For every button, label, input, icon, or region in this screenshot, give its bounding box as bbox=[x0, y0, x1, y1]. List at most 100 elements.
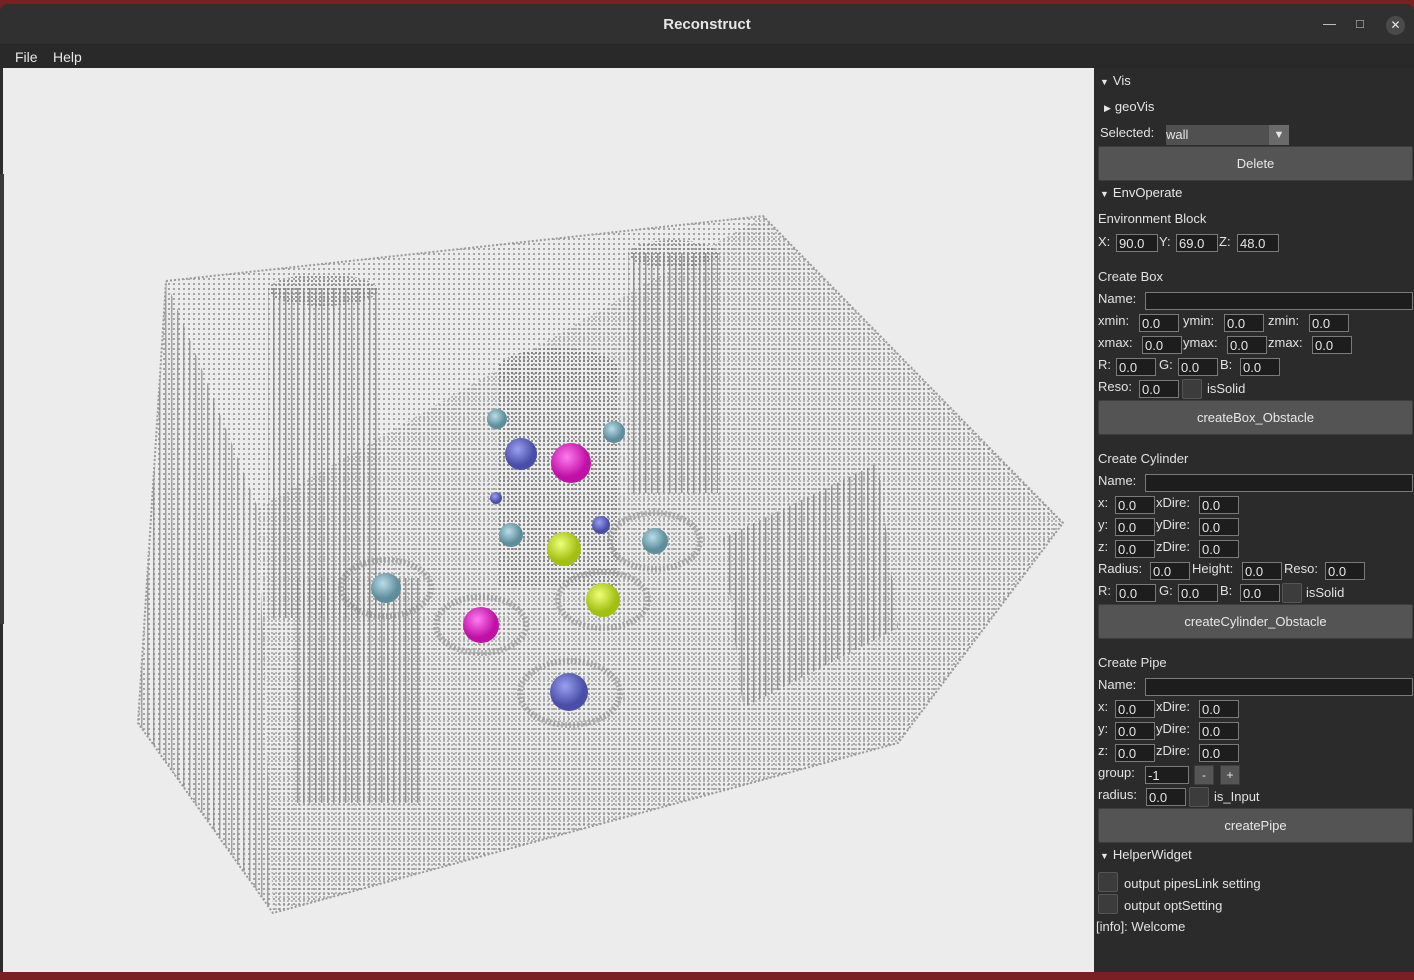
output-optsetting-checkbox[interactable] bbox=[1098, 894, 1118, 914]
window-title: Reconstruct bbox=[663, 16, 751, 33]
pipe-ydire-field[interactable]: 0.0 bbox=[1199, 722, 1239, 740]
output-pipeslink-label: output pipesLink setting bbox=[1124, 876, 1261, 891]
pipe-z-field[interactable]: 0.0 bbox=[1115, 744, 1155, 762]
env-x-field[interactable]: 90.0 bbox=[1116, 234, 1158, 252]
cyl-b-field[interactable]: 0.0 bbox=[1240, 584, 1280, 602]
cyl-height-label: Height: bbox=[1192, 561, 1234, 576]
sphere-teal bbox=[487, 409, 507, 429]
pipe-z-label: z: bbox=[1098, 743, 1109, 758]
minimize-icon[interactable]: — bbox=[1323, 16, 1336, 31]
sphere-blue bbox=[550, 673, 588, 711]
cyl-ydire-field[interactable]: 0.0 bbox=[1199, 518, 1239, 536]
cyl-g-label: G: bbox=[1159, 583, 1173, 598]
sphere-blue bbox=[505, 438, 537, 470]
cyl-height-field[interactable]: 0.0 bbox=[1242, 562, 1282, 580]
box-zmax-label: zmax: bbox=[1268, 335, 1303, 350]
title-bar: Reconstruct — □ ✕ bbox=[0, 4, 1414, 45]
cyl-reso-field[interactable]: 0.0 bbox=[1325, 562, 1365, 580]
pipe-radius-field[interactable]: 0.0 bbox=[1146, 788, 1186, 806]
cyl-b-label: B: bbox=[1220, 583, 1233, 598]
box-g-field[interactable]: 0.0 bbox=[1178, 358, 1218, 376]
group-increment-button[interactable]: + bbox=[1220, 765, 1240, 785]
pipe-name-label: Name: bbox=[1098, 677, 1137, 692]
menu-file[interactable]: File bbox=[15, 49, 38, 65]
maximize-icon[interactable]: □ bbox=[1356, 16, 1364, 31]
env-y-field[interactable]: 69.0 bbox=[1176, 234, 1218, 252]
pipe-ydire-label: yDire: bbox=[1156, 721, 1190, 736]
cyl-reso-label: Reso: bbox=[1284, 561, 1318, 576]
cyl-z-label: z: bbox=[1098, 539, 1109, 554]
box-zmin-label: zmin: bbox=[1268, 313, 1300, 328]
pipe-is-input-checkbox[interactable] bbox=[1189, 787, 1209, 807]
vis-section-header[interactable]: ▼ Vis bbox=[1100, 73, 1131, 88]
pipe-y-field[interactable]: 0.0 bbox=[1115, 722, 1155, 740]
box-reso-field[interactable]: 0.0 bbox=[1139, 380, 1179, 398]
pipe-zdire-field[interactable]: 0.0 bbox=[1199, 744, 1239, 762]
box-zmax-field[interactable]: 0.0 bbox=[1312, 336, 1352, 354]
env-z-field[interactable]: 48.0 bbox=[1237, 234, 1279, 252]
box-xmax-label: xmax: bbox=[1098, 335, 1133, 350]
collapsed-triangle-icon: ▶ bbox=[1104, 103, 1111, 113]
helperwidget-label: HelperWidget bbox=[1112, 847, 1192, 862]
box-xmax-field[interactable]: 0.0 bbox=[1142, 336, 1182, 354]
pipe-x-label: x: bbox=[1098, 699, 1109, 714]
cyl-xdire-field[interactable]: 0.0 bbox=[1199, 496, 1239, 514]
voxel-scene bbox=[136, 214, 1065, 915]
cyl-r-field[interactable]: 0.0 bbox=[1116, 584, 1156, 602]
group-decrement-button[interactable]: - bbox=[1194, 765, 1214, 785]
pipe-name-field[interactable] bbox=[1145, 678, 1413, 696]
pipe-group-field[interactable]: -1 bbox=[1145, 766, 1189, 784]
box-zmin-field[interactable]: 0.0 bbox=[1309, 314, 1349, 332]
box-issolid-checkbox[interactable] bbox=[1182, 379, 1202, 399]
pipe-x-field[interactable]: 0.0 bbox=[1115, 700, 1155, 718]
environment-block-title: Environment Block bbox=[1098, 211, 1207, 226]
cyl-issolid-label: isSolid bbox=[1306, 585, 1345, 600]
pillar-left-front bbox=[293, 578, 423, 803]
geovis-label: geoVis bbox=[1114, 99, 1155, 114]
sphere-blue bbox=[490, 492, 502, 504]
cyl-radius-field[interactable]: 0.0 bbox=[1150, 562, 1190, 580]
cyl-zdire-field[interactable]: 0.0 bbox=[1199, 540, 1239, 558]
box-g-label: G: bbox=[1159, 357, 1173, 372]
env-y-label: Y: bbox=[1159, 234, 1171, 249]
create-box-title: Create Box bbox=[1098, 269, 1164, 284]
sphere-teal bbox=[642, 528, 668, 554]
create-box-obstacle-button[interactable]: createBox_Obstacle bbox=[1098, 400, 1413, 435]
box-b-field[interactable]: 0.0 bbox=[1240, 358, 1280, 376]
env-x-label: X: bbox=[1098, 234, 1111, 249]
box-issolid-label: isSolid bbox=[1207, 381, 1246, 396]
menu-help[interactable]: Help bbox=[53, 49, 82, 65]
3d-viewport[interactable] bbox=[3, 68, 1094, 972]
cyl-x-label: x: bbox=[1098, 495, 1109, 510]
geovis-section-header[interactable]: ▶ geoVis bbox=[1104, 99, 1154, 114]
box-ymin-field[interactable]: 0.0 bbox=[1224, 314, 1264, 332]
output-pipeslink-checkbox[interactable] bbox=[1098, 872, 1118, 892]
cyl-x-field[interactable]: 0.0 bbox=[1115, 496, 1155, 514]
cyl-y-field[interactable]: 0.0 bbox=[1115, 518, 1155, 536]
selected-dropdown[interactable]: wall ▼ bbox=[1166, 125, 1289, 145]
box-r-field[interactable]: 0.0 bbox=[1116, 358, 1156, 376]
env-z-label: Z: bbox=[1219, 234, 1231, 249]
sphere-blue bbox=[592, 516, 610, 534]
create-pipe-button[interactable]: createPipe bbox=[1098, 808, 1413, 843]
cyl-z-field[interactable]: 0.0 bbox=[1115, 540, 1155, 558]
pipe-is-input-label: is_Input bbox=[1214, 789, 1260, 804]
box-name-field[interactable] bbox=[1145, 292, 1413, 310]
create-cylinder-obstacle-button[interactable]: createCylinder_Obstacle bbox=[1098, 604, 1413, 639]
helperwidget-section-header[interactable]: ▼ HelperWidget bbox=[1100, 847, 1192, 862]
box-ymax-field[interactable]: 0.0 bbox=[1227, 336, 1267, 354]
cyl-name-field[interactable] bbox=[1145, 474, 1413, 492]
delete-button[interactable]: Delete bbox=[1098, 146, 1413, 181]
pipe-zdire-label: zDire: bbox=[1156, 743, 1190, 758]
box-xmin-field[interactable]: 0.0 bbox=[1139, 314, 1179, 332]
sphere-magenta bbox=[463, 607, 499, 643]
cyl-zdire-label: zDire: bbox=[1156, 539, 1190, 554]
cyl-issolid-checkbox[interactable] bbox=[1282, 583, 1302, 603]
close-icon[interactable]: ✕ bbox=[1386, 16, 1405, 35]
envoperate-section-header[interactable]: ▼ EnvOperate bbox=[1100, 185, 1182, 200]
cyl-radius-label: Radius: bbox=[1098, 561, 1143, 576]
pipe-xdire-field[interactable]: 0.0 bbox=[1199, 700, 1239, 718]
pipe-y-label: y: bbox=[1098, 721, 1109, 736]
sphere-magenta bbox=[551, 443, 591, 483]
cyl-g-field[interactable]: 0.0 bbox=[1178, 584, 1218, 602]
